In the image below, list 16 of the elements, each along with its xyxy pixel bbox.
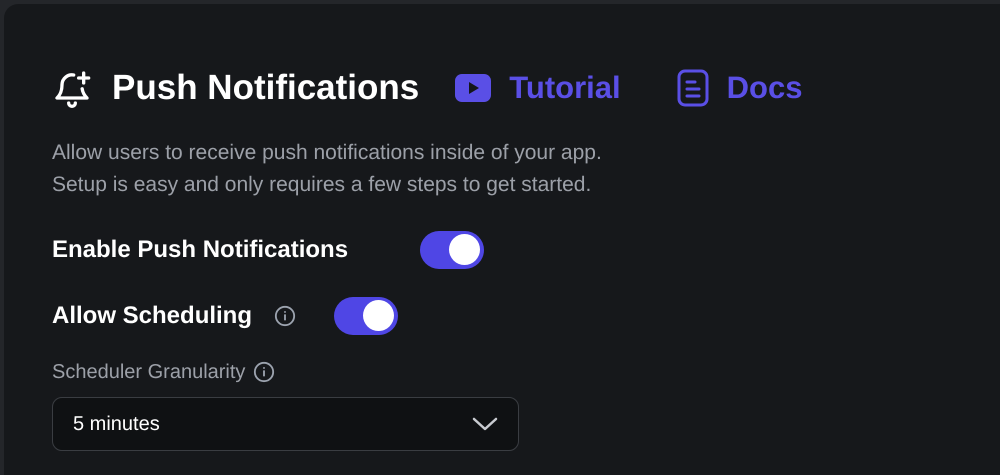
description-text: Setup is easy and only requires a few steps to get started. — [52, 172, 592, 198]
info-icon — [253, 360, 276, 382]
granularity-dropdown[interactable]: 5 minutes — [52, 396, 519, 450]
toggle-label: Enable Push Notifications — [52, 234, 348, 264]
page-title: Push Notifications — [112, 67, 420, 109]
play-icon — [455, 74, 492, 102]
description-text: Allow users to receive push notifications inside of your app. — [52, 140, 603, 166]
toggle-label: Allow Scheduling — [52, 300, 252, 330]
info-icon — [274, 304, 296, 326]
docs-link[interactable]: Docs — [676, 65, 802, 112]
toggle-switch[interactable] — [334, 296, 398, 334]
document-icon — [676, 69, 709, 108]
chevron-down-icon — [472, 416, 498, 432]
field-label: Scheduler Granularity — [52, 360, 246, 384]
tutorial-link[interactable]: Tutorial — [455, 65, 621, 112]
toggle-switch[interactable] — [420, 230, 484, 268]
